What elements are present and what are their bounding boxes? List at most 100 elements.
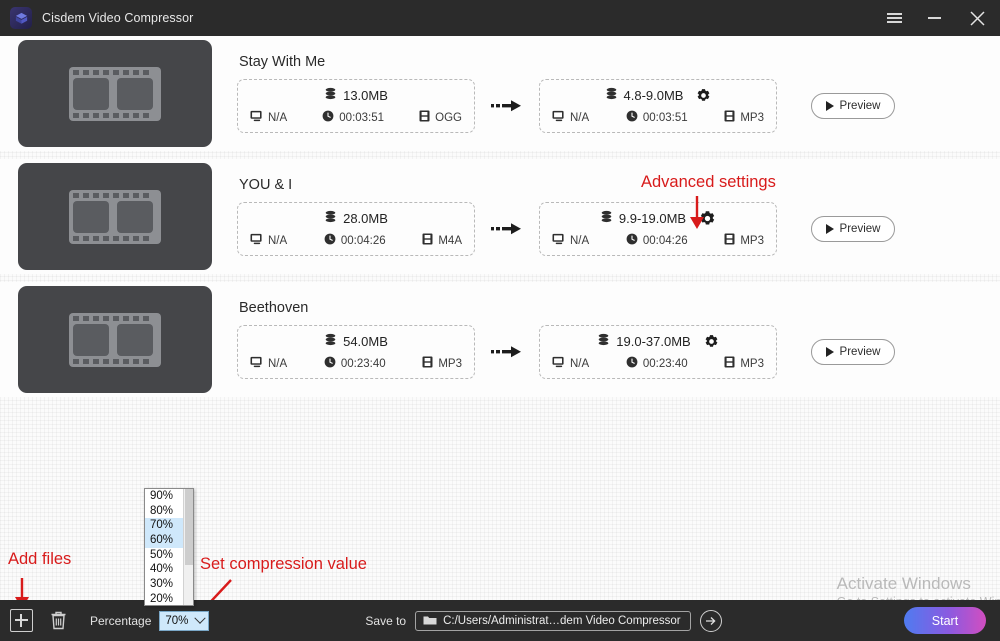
target-meta-row: N/A 00:04:26 MP3: [550, 233, 766, 248]
target-format: MP3: [740, 111, 764, 124]
database-icon: [605, 87, 618, 105]
target-duration-chip: 00:23:40: [626, 356, 688, 371]
source-duration: 00:23:40: [340, 357, 386, 370]
chevron-down-icon: [194, 612, 207, 624]
target-size: 9.9-19.0MB: [618, 211, 687, 226]
file-row[interactable]: Beethoven 54.0MB N/A 00:23:40 MP3 19.0-3…: [0, 282, 1000, 397]
arrow-right-circle-icon[interactable]: [699, 609, 722, 632]
source-format-chip: MP3: [422, 356, 462, 371]
file-row[interactable]: YOU & I 28.0MB N/A 00:04:26 M4A 9.9-19.0…: [0, 159, 1000, 274]
target-resolution-chip: N/A: [552, 110, 589, 125]
play-icon: [825, 347, 834, 357]
target-meta-row: N/A 00:03:51 MP3: [550, 110, 766, 125]
app-logo-icon: [10, 7, 32, 29]
database-icon: [324, 333, 337, 351]
dropdown-option[interactable]: 20%: [145, 592, 183, 607]
film-icon: [422, 233, 433, 248]
add-files-icon[interactable]: [10, 609, 33, 632]
percentage-select[interactable]: 70%: [159, 610, 210, 631]
dropdown-option[interactable]: 40%: [145, 562, 183, 577]
annotation-set-compression-value: Set compression value: [200, 555, 367, 573]
play-icon: [825, 224, 834, 234]
preview-button[interactable]: Preview: [811, 216, 895, 242]
database-icon: [324, 87, 337, 105]
target-duration: 00:23:40: [642, 357, 688, 370]
file-row[interactable]: Stay With Me 13.0MB N/A 00:03:51 OGG 4.8…: [0, 36, 1000, 151]
source-meta-row: N/A 00:23:40 MP3: [248, 356, 464, 371]
source-format-chip: M4A: [422, 233, 462, 248]
dropdown-scrollbar[interactable]: [183, 489, 193, 605]
monitor-icon: [250, 356, 263, 371]
clock-icon: [626, 356, 638, 371]
hamburger-menu-icon[interactable]: [874, 0, 914, 36]
dropdown-option[interactable]: 80%: [145, 504, 183, 519]
source-format: M4A: [438, 234, 462, 247]
convert-arrow-icon: [475, 222, 539, 236]
file-title: Beethoven: [239, 300, 309, 316]
dropdown-option-hovered[interactable]: 60%: [145, 533, 183, 548]
dropdown-option[interactable]: 50%: [145, 548, 183, 563]
watermark-line-1: Activate Windows: [836, 574, 971, 593]
save-path-field[interactable]: C:/Users/Administrat…dem Video Compresso…: [415, 610, 691, 631]
target-format-chip: MP3: [724, 110, 764, 125]
conversion-panes: 13.0MB N/A 00:03:51 OGG 4.8-9.0MB N/A 00…: [237, 79, 895, 133]
preview-label: Preview: [839, 223, 881, 235]
target-duration: 00:04:26: [642, 234, 688, 247]
conversion-panes: 28.0MB N/A 00:04:26 M4A 9.9-19.0MB N/A 0…: [237, 202, 895, 256]
percentage-dropdown-list[interactable]: 90% 80% 70% 60% 50% 40% 30% 20%: [144, 488, 194, 606]
source-size: 54.0MB: [343, 334, 388, 349]
dropdown-scrollbar-thumb[interactable]: [185, 489, 193, 565]
target-resolution-chip: N/A: [552, 233, 589, 248]
dropdown-option[interactable]: 90%: [145, 489, 183, 504]
trash-icon[interactable]: [49, 610, 68, 631]
minimize-icon[interactable]: [914, 0, 954, 36]
start-button[interactable]: Start: [904, 607, 986, 634]
dropdown-options[interactable]: 90% 80% 70% 60% 50% 40% 30% 20%: [145, 489, 183, 605]
gear-icon[interactable]: [696, 88, 711, 103]
gear-icon[interactable]: [699, 210, 716, 227]
target-duration-chip: 00:03:51: [626, 110, 688, 125]
percentage-label: Percentage: [90, 613, 152, 628]
dropdown-option-selected[interactable]: 70%: [145, 518, 183, 534]
file-title: YOU & I: [239, 177, 293, 193]
clock-icon: [626, 110, 638, 125]
source-resolution-chip: N/A: [250, 110, 287, 125]
conversion-panes: 54.0MB N/A 00:23:40 MP3 19.0-37.0MB N/A …: [237, 325, 895, 379]
save-path-text: C:/Users/Administrat…dem Video Compresso…: [443, 614, 681, 627]
target-format: MP3: [740, 234, 764, 247]
source-resolution: N/A: [268, 357, 288, 370]
monitor-icon: [552, 110, 565, 125]
file-title: Stay With Me: [239, 54, 326, 70]
annotation-add-files: Add files: [8, 550, 72, 568]
target-size: 19.0-37.0MB: [616, 334, 691, 349]
target-size-row: 4.8-9.0MB: [550, 86, 766, 105]
file-list: Stay With Me 13.0MB N/A 00:03:51 OGG 4.8…: [0, 36, 1000, 405]
convert-arrow-icon: [475, 345, 539, 359]
close-icon[interactable]: [954, 0, 1000, 36]
preview-button[interactable]: Preview: [811, 339, 895, 365]
source-resolution-chip: N/A: [250, 233, 287, 248]
target-resolution-chip: N/A: [552, 356, 589, 371]
source-card: 54.0MB N/A 00:23:40 MP3: [237, 325, 475, 379]
source-resolution: N/A: [268, 234, 288, 247]
monitor-icon: [552, 356, 565, 371]
monitor-icon: [552, 233, 565, 248]
source-duration: 00:04:26: [340, 234, 386, 247]
monitor-icon: [250, 110, 263, 125]
folder-icon: [423, 615, 437, 626]
clock-icon: [324, 233, 336, 248]
app-title: Cisdem Video Compressor: [42, 11, 194, 25]
monitor-icon: [250, 233, 263, 248]
dropdown-option[interactable]: 30%: [145, 577, 183, 592]
title-bar: Cisdem Video Compressor: [0, 0, 1000, 36]
source-size-row: 28.0MB: [248, 209, 464, 228]
gear-icon[interactable]: [704, 334, 719, 349]
film-icon: [724, 233, 735, 248]
film-icon: [724, 356, 735, 371]
target-resolution: N/A: [570, 111, 590, 124]
database-icon: [324, 210, 337, 228]
source-size: 28.0MB: [343, 211, 388, 226]
preview-button[interactable]: Preview: [811, 93, 895, 119]
source-size-row: 13.0MB: [248, 86, 464, 105]
database-icon: [597, 333, 610, 351]
